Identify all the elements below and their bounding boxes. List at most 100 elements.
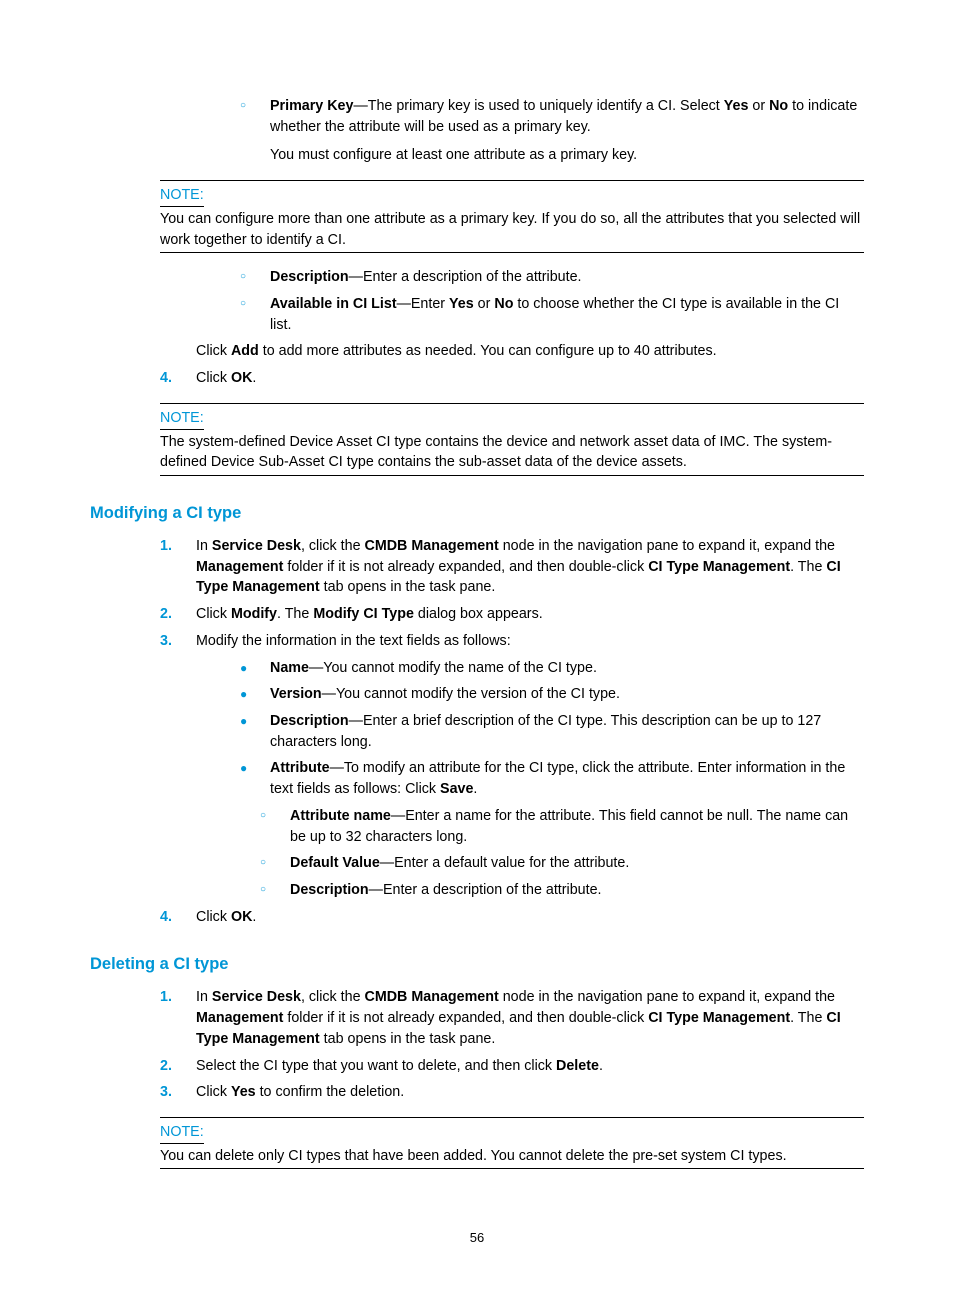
bullet-name: ● Name—You cannot modify the name of the… — [240, 658, 864, 679]
text: to confirm the deletion. — [256, 1084, 405, 1100]
label-yes: Yes — [449, 296, 474, 312]
bullet-body: Version—You cannot modify the version of… — [270, 684, 864, 705]
step-body: In Service Desk, click the CMDB Manageme… — [196, 987, 864, 1049]
label-delete: Delete — [556, 1058, 599, 1074]
note-label: NOTE: — [160, 1118, 204, 1144]
step-number: 2. — [160, 1056, 196, 1077]
text: . — [473, 781, 477, 797]
bullet-body: Primary Key—The primary key is used to u… — [270, 96, 864, 166]
label-primary-key: Primary Key — [270, 98, 353, 114]
disc-bullet-icon: ● — [240, 684, 270, 705]
note-label: NOTE: — [160, 181, 204, 207]
label: Service Desk — [212, 989, 301, 1005]
label: Management — [196, 559, 283, 575]
label-yes: Yes — [231, 1084, 256, 1100]
modify-step-3: 3. Modify the information in the text fi… — [160, 631, 864, 652]
step-body: Click OK. — [196, 907, 864, 928]
step-body: Click OK. — [196, 368, 864, 389]
bullet-description: ● Description—Enter a brief description … — [240, 711, 864, 752]
bullet-version: ● Version—You cannot modify the version … — [240, 684, 864, 705]
bullet-body: Available in CI List—Enter Yes or No to … — [270, 294, 864, 335]
step-number: 2. — [160, 604, 196, 625]
step-body: Click Yes to confirm the deletion. — [196, 1082, 864, 1103]
page-container: ○ Primary Key—The primary key is used to… — [0, 0, 954, 1296]
text: tab opens in the task pane. — [320, 1031, 496, 1047]
text: —To modify an attribute for the CI type,… — [270, 760, 845, 797]
text: —You cannot modify the version of the CI… — [322, 686, 620, 702]
step-body: Click Modify. The Modify CI Type dialog … — [196, 604, 864, 625]
step-body: Modify the information in the text field… — [196, 631, 864, 652]
text: —You cannot modify the name of the CI ty… — [309, 660, 597, 676]
step-body: In Service Desk, click the CMDB Manageme… — [196, 536, 864, 598]
subbullet-description: ○ Description—Enter a description of the… — [260, 880, 864, 901]
bullet-body: Description—Enter a description of the a… — [290, 880, 864, 901]
text: Select the CI type that you want to dele… — [196, 1058, 556, 1074]
text: In — [196, 538, 212, 554]
modify-step-4: 4. Click OK. — [160, 907, 864, 928]
text: . The — [790, 1010, 826, 1026]
text: , click the — [301, 989, 365, 1005]
note-body: You can delete only CI types that have b… — [160, 1146, 864, 1170]
text: node in the navigation pane to expand it… — [499, 538, 835, 554]
bullet-attribute: ● Attribute—To modify an attribute for t… — [240, 758, 864, 799]
text: Click — [196, 909, 231, 925]
disc-bullet-icon: ● — [240, 711, 270, 752]
circle-bullet-icon: ○ — [240, 294, 270, 335]
bullet-description: ○ Description—Enter a description of the… — [240, 267, 864, 288]
text: or — [474, 296, 495, 312]
bullet-body: Description—Enter a brief description of… — [270, 711, 864, 752]
label: Default Value — [290, 855, 380, 871]
bullet-body: Attribute name—Enter a name for the attr… — [290, 806, 864, 847]
label-no: No — [769, 98, 788, 114]
delete-step-3: 3. Click Yes to confirm the deletion. — [160, 1082, 864, 1103]
note-body: You can configure more than one attribut… — [160, 209, 864, 253]
text: —Enter a brief description of the CI typ… — [270, 713, 821, 750]
text: Click — [196, 606, 231, 622]
circle-bullet-icon: ○ — [240, 96, 270, 166]
label-available: Available in CI List — [270, 296, 397, 312]
disc-bullet-icon: ● — [240, 758, 270, 799]
text: or — [748, 98, 769, 114]
label-no: No — [494, 296, 513, 312]
note-box-2: NOTE: The system-defined Device Asset CI… — [160, 403, 864, 476]
step-4: 4. Click OK. — [160, 368, 864, 389]
text: . — [599, 1058, 603, 1074]
label-add: Add — [231, 343, 259, 359]
delete-step-2: 2. Select the CI type that you want to d… — [160, 1056, 864, 1077]
text: —The primary key is used to uniquely ide… — [353, 98, 723, 114]
subbullet-attribute-name: ○ Attribute name—Enter a name for the at… — [260, 806, 864, 847]
label-yes: Yes — [724, 98, 749, 114]
circle-bullet-icon: ○ — [260, 880, 290, 901]
text: folder if it is not already expanded, an… — [283, 559, 648, 575]
text: . — [252, 370, 256, 386]
label: Modify CI Type — [313, 606, 414, 622]
modify-step-2: 2. Click Modify. The Modify CI Type dial… — [160, 604, 864, 625]
step-body: Select the CI type that you want to dele… — [196, 1056, 864, 1077]
note-box-3: NOTE: You can delete only CI types that … — [160, 1117, 864, 1169]
label: Name — [270, 660, 309, 676]
text: —Enter a default value for the attribute… — [380, 855, 630, 871]
label-description: Description — [270, 269, 349, 285]
text: . — [252, 909, 256, 925]
text: tab opens in the task pane. — [320, 579, 496, 595]
step-number: 4. — [160, 907, 196, 928]
label: Description — [270, 713, 349, 729]
text: Click — [196, 1084, 231, 1100]
disc-bullet-icon: ● — [240, 658, 270, 679]
bullet-body: Name—You cannot modify the name of the C… — [270, 658, 864, 679]
text: folder if it is not already expanded, an… — [283, 1010, 648, 1026]
bullet-available-in-ci-list: ○ Available in CI List—Enter Yes or No t… — [240, 294, 864, 335]
label-ok: OK — [231, 370, 252, 386]
label: CMDB Management — [365, 989, 499, 1005]
bullet-body: Default Value—Enter a default value for … — [290, 853, 864, 874]
subbullet-default-value: ○ Default Value—Enter a default value fo… — [260, 853, 864, 874]
note-label: NOTE: — [160, 404, 204, 430]
label: Version — [270, 686, 322, 702]
text: —Enter — [397, 296, 449, 312]
label: Management — [196, 1010, 283, 1026]
text: . The — [277, 606, 313, 622]
paragraph-click-add: Click Add to add more attributes as need… — [196, 341, 864, 362]
label: Attribute — [270, 760, 330, 776]
paragraph: You must configure at least one attribut… — [270, 145, 864, 166]
label: Description — [290, 882, 369, 898]
